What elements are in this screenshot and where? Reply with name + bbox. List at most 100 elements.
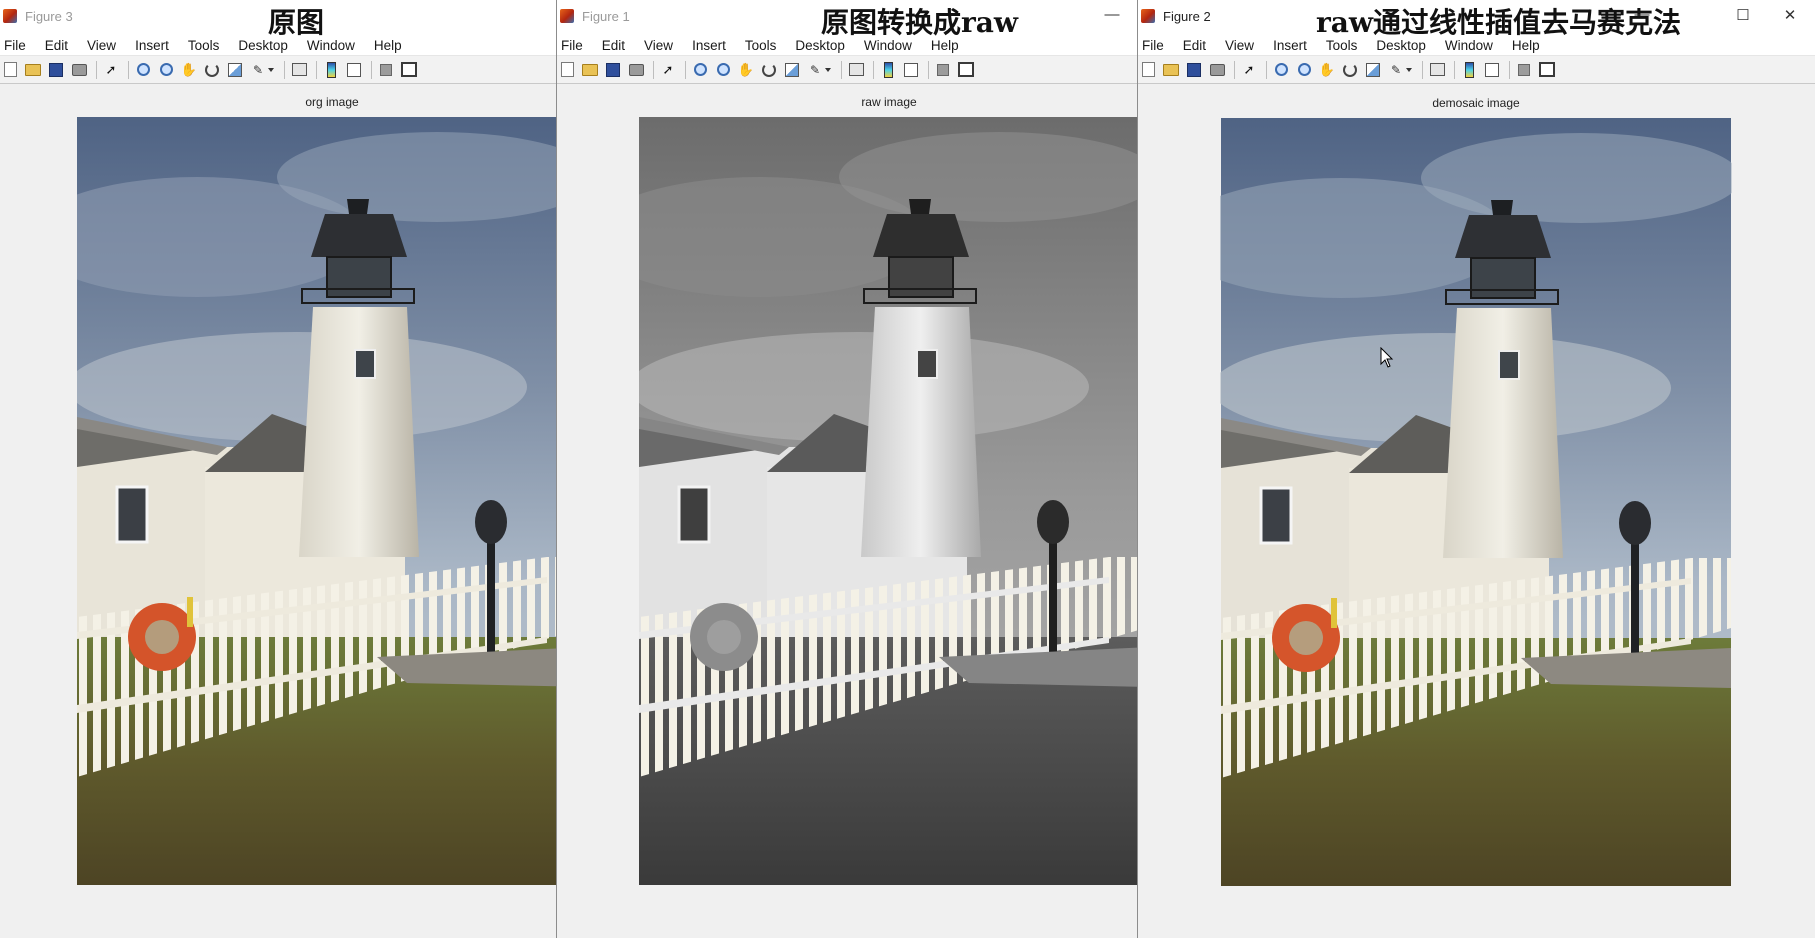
insert-colorbar-icon[interactable] [880, 61, 896, 78]
toolbar-separator [1422, 60, 1423, 79]
show-plot-tools-icon[interactable] [958, 62, 974, 78]
edit-plot-icon[interactable]: ➚ [103, 62, 119, 78]
toolbar-separator [128, 60, 129, 79]
zoom-in-icon[interactable] [1273, 62, 1289, 78]
figure-1-window: Figure 1 原图转换成raw — File Edit View Inser… [557, 0, 1138, 938]
image-axes[interactable] [639, 117, 1137, 885]
hide-plot-tools-icon[interactable] [935, 62, 951, 78]
zoom-out-icon[interactable] [1296, 62, 1312, 78]
menu-insert[interactable]: Insert [1273, 38, 1307, 53]
new-figure-icon[interactable] [2, 62, 18, 78]
menu-help[interactable]: Help [374, 38, 402, 53]
brush-icon[interactable]: ✎ [250, 62, 266, 78]
brush-dropdown-icon[interactable] [825, 67, 831, 72]
minimize-button[interactable]: — [1632, 6, 1652, 23]
rotate-3d-icon[interactable] [1342, 62, 1358, 78]
rotate-3d-icon[interactable] [204, 62, 220, 78]
link-plot-icon[interactable] [1429, 62, 1445, 78]
open-file-icon[interactable] [25, 62, 41, 78]
menu-file[interactable]: File [561, 38, 583, 53]
insert-colorbar-icon[interactable] [323, 61, 339, 78]
pan-icon[interactable]: ✋ [738, 62, 754, 78]
menu-file[interactable]: File [4, 38, 26, 53]
open-file-icon[interactable] [1163, 62, 1179, 78]
link-plot-icon[interactable] [848, 62, 864, 78]
brush-icon[interactable]: ✎ [1388, 62, 1404, 78]
matlab-icon [1141, 9, 1155, 23]
rotate-3d-icon[interactable] [761, 62, 777, 78]
figure-2-window: Figure 2 raw通过线性插值去马赛克法 — ☐ ✕ File Edit … [1138, 0, 1815, 938]
new-figure-icon[interactable] [559, 62, 575, 78]
edit-plot-icon[interactable]: ➚ [660, 62, 676, 78]
data-cursor-icon[interactable] [227, 62, 243, 78]
toolbar-separator [1266, 60, 1267, 79]
save-figure-icon[interactable] [48, 62, 64, 78]
toolbar-separator [1509, 60, 1510, 79]
new-figure-icon[interactable] [1140, 62, 1156, 78]
pan-icon[interactable]: ✋ [181, 62, 197, 78]
zoom-out-icon[interactable] [158, 62, 174, 78]
insert-legend-icon[interactable] [1484, 62, 1500, 78]
menu-insert[interactable]: Insert [135, 38, 169, 53]
minimize-button[interactable]: — [1102, 6, 1122, 23]
print-figure-icon[interactable] [1209, 62, 1225, 78]
maximize-button[interactable]: ☐ [1733, 6, 1753, 24]
print-figure-icon[interactable] [71, 62, 87, 78]
menu-view[interactable]: View [87, 38, 116, 53]
title-bar[interactable]: Figure 1 原图转换成raw — [557, 0, 1137, 39]
menu-view[interactable]: View [1225, 38, 1254, 53]
title-bar[interactable]: Figure 2 raw通过线性插值去马赛克法 — ☐ ✕ [1138, 0, 1815, 39]
menu-edit[interactable]: Edit [602, 38, 625, 53]
caption-overlay: 原图转换成raw [821, 6, 1018, 39]
image-axes[interactable] [77, 117, 556, 885]
toolbar-separator [371, 60, 372, 79]
image-axes[interactable] [1220, 118, 1732, 886]
toolbar-separator [284, 60, 285, 79]
caption-overlay: raw通过线性插值去马赛克法 [1316, 6, 1681, 39]
caption-overlay: 原图 [268, 6, 325, 39]
toolbar-separator [653, 60, 654, 79]
edit-plot-icon[interactable]: ➚ [1241, 62, 1257, 78]
open-file-icon[interactable] [582, 62, 598, 78]
figure-toolbar: ➚ ✋ ✎ [0, 56, 556, 84]
save-figure-icon[interactable] [605, 62, 621, 78]
data-cursor-icon[interactable] [1365, 62, 1381, 78]
close-button[interactable]: ✕ [1780, 6, 1800, 24]
hide-plot-tools-icon[interactable] [378, 62, 394, 78]
menu-tools[interactable]: Tools [745, 38, 777, 53]
figure-toolbar: ➚ ✋ ✎ [557, 56, 1137, 84]
hide-plot-tools-icon[interactable] [1516, 62, 1532, 78]
insert-legend-icon[interactable] [346, 62, 362, 78]
menu-file[interactable]: File [1142, 38, 1164, 53]
toolbar-separator [841, 60, 842, 79]
axes-title: demosaic image [1432, 96, 1520, 110]
matlab-icon [560, 9, 574, 23]
matlab-icon [3, 9, 17, 23]
show-plot-tools-icon[interactable] [401, 62, 417, 78]
insert-colorbar-icon[interactable] [1461, 61, 1477, 78]
window-title: Figure 1 [582, 9, 630, 24]
insert-legend-icon[interactable] [903, 62, 919, 78]
menu-view[interactable]: View [644, 38, 673, 53]
show-plot-tools-icon[interactable] [1539, 62, 1555, 78]
brush-dropdown-icon[interactable] [1406, 67, 1412, 72]
brush-icon[interactable]: ✎ [807, 62, 823, 78]
menu-insert[interactable]: Insert [692, 38, 726, 53]
pan-icon[interactable]: ✋ [1319, 62, 1335, 78]
menu-edit[interactable]: Edit [1183, 38, 1206, 53]
toolbar-separator [316, 60, 317, 79]
zoom-in-icon[interactable] [692, 62, 708, 78]
toolbar-separator [96, 60, 97, 79]
link-plot-icon[interactable] [291, 62, 307, 78]
data-cursor-icon[interactable] [784, 62, 800, 78]
title-bar[interactable]: Figure 3 原图 [0, 0, 556, 39]
lighthouse-photo [639, 117, 1137, 885]
print-figure-icon[interactable] [628, 62, 644, 78]
zoom-out-icon[interactable] [715, 62, 731, 78]
zoom-in-icon[interactable] [135, 62, 151, 78]
menu-tools[interactable]: Tools [188, 38, 220, 53]
brush-dropdown-icon[interactable] [268, 67, 274, 72]
toolbar-separator [685, 60, 686, 79]
save-figure-icon[interactable] [1186, 62, 1202, 78]
menu-edit[interactable]: Edit [45, 38, 68, 53]
